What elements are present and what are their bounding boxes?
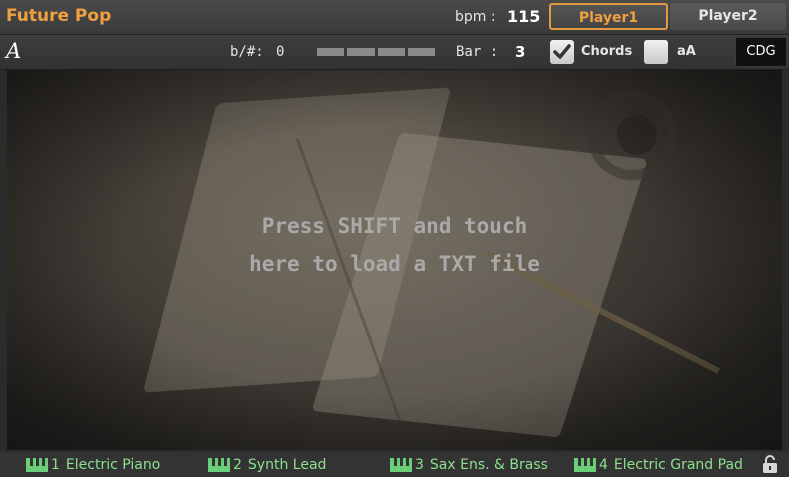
track-number: 3 [415, 457, 424, 473]
keyboard-icon [208, 458, 230, 472]
progress-segment [377, 48, 405, 56]
track-name: Electric Piano [65, 457, 161, 473]
unlocked-padlock-icon[interactable] [762, 455, 778, 474]
tab-player1[interactable]: Player1 [549, 3, 668, 30]
hint-line-2: here to load a TXT file [249, 252, 540, 276]
track-item-4[interactable]: 4 Electric Grand Pad [574, 456, 743, 474]
lyrics-display-area[interactable]: Press SHIFT and touch here to load a TXT… [7, 70, 782, 450]
track-name: Sax Ens. & Brass [429, 457, 548, 473]
track-name: Synth Lead [247, 457, 327, 473]
track-bar: 1 Electric Piano 2 Synth Lead 3 Sax Ens.… [0, 452, 789, 477]
check-icon [553, 44, 571, 59]
lyrics-screen: Future Pop bpm : 115 Player1 Player2 A b… [0, 0, 789, 477]
keyboard-icon [26, 458, 48, 472]
chords-label: Chords [581, 44, 633, 59]
bpm-label: bpm : [455, 9, 496, 25]
case-checkbox[interactable] [644, 40, 668, 64]
progress-segment [317, 48, 345, 56]
font-size-button[interactable]: A [6, 39, 21, 63]
track-item-3[interactable]: 3 Sax Ens. & Brass [390, 456, 548, 474]
tab-player2[interactable]: Player2 [670, 3, 786, 30]
track-number: 1 [51, 457, 60, 473]
lyrics-toolbar: A b/#: 0 Bar : 3 Chords aA CDG [0, 35, 789, 70]
track-item-1[interactable]: 1 Electric Piano [26, 456, 160, 474]
keyboard-icon [574, 458, 596, 472]
top-bar: Future Pop bpm : 115 Player1 Player2 [0, 0, 789, 35]
song-title[interactable]: Future Pop [6, 6, 111, 26]
chords-checkbox[interactable] [550, 40, 574, 64]
track-item-2[interactable]: 2 Synth Lead [208, 456, 326, 474]
load-text-hint: Press SHIFT and touch here to load a TXT… [7, 207, 782, 283]
hint-line-1: Press SHIFT and touch [261, 214, 528, 238]
bar-value: 3 [515, 43, 526, 61]
cdg-button[interactable]: CDG [735, 37, 787, 67]
track-number: 2 [233, 457, 242, 473]
transpose-value: 0 [276, 44, 285, 60]
track-number: 4 [599, 457, 608, 473]
case-label: aA [677, 44, 696, 59]
bpm-value: 115 [507, 7, 541, 26]
track-name: Electric Grand Pad [613, 457, 743, 473]
song-progress-bar [317, 48, 435, 56]
progress-segment [347, 48, 375, 56]
progress-segment [407, 48, 435, 56]
bar-label: Bar : [456, 44, 499, 60]
transpose-label: b/#: [230, 44, 264, 60]
keyboard-icon [390, 458, 412, 472]
